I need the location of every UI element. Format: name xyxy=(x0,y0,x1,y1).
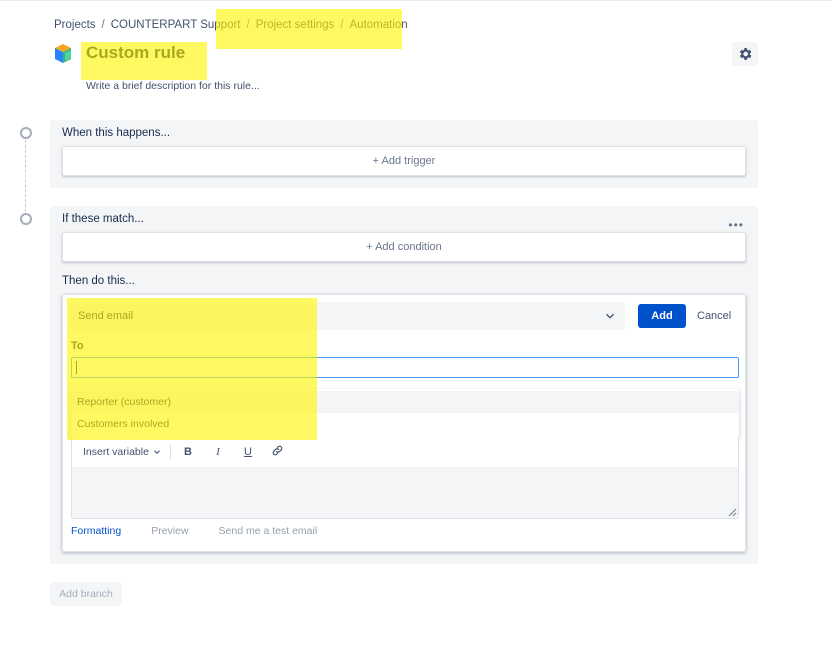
breadcrumb-projects[interactable]: Projects xyxy=(54,19,96,31)
top-border xyxy=(0,0,832,1)
chevron-down-icon xyxy=(154,450,160,454)
action-section-label: Then do this... xyxy=(62,275,135,287)
more-horizontal-icon[interactable]: ••• xyxy=(728,218,744,232)
action-type-value: Send email xyxy=(78,310,134,322)
add-trigger-button[interactable]: + Add trigger xyxy=(62,146,746,176)
settings-button[interactable] xyxy=(732,42,758,66)
email-body-textarea[interactable] xyxy=(72,467,738,518)
breadcrumb-separator: / xyxy=(340,19,344,31)
add-condition-button[interactable]: + Add condition xyxy=(62,232,746,262)
to-field-label: To xyxy=(71,340,84,352)
text-cursor xyxy=(76,361,77,374)
condition-action-panel: If these match... ••• + Add condition Th… xyxy=(50,206,758,564)
editor-tabs: Formatting Preview Send me a test email xyxy=(71,525,347,537)
add-branch-button[interactable]: Add branch xyxy=(50,582,122,606)
gear-icon xyxy=(739,48,752,60)
rule-description-input[interactable]: Write a brief description for this rule.… xyxy=(86,80,260,92)
breadcrumb-project-settings[interactable]: Project settings xyxy=(256,19,335,31)
chevron-down-icon xyxy=(606,313,614,319)
suggestion-option[interactable]: Customers involved xyxy=(71,413,739,435)
breadcrumb-separator: / xyxy=(101,19,105,31)
underline-button[interactable]: U xyxy=(233,446,263,458)
action-config-card: Send email Add Cancel To Reporter (custo… xyxy=(62,294,746,552)
recipient-suggestions-dropdown: Reporter (customer) Customers involved xyxy=(71,389,739,437)
rule-title[interactable]: Custom rule xyxy=(86,43,185,63)
bold-button[interactable]: B xyxy=(173,446,203,458)
editor-toolbar: Insert variable B I U xyxy=(72,437,738,467)
link-button[interactable] xyxy=(263,444,293,460)
link-icon xyxy=(273,445,283,456)
breadcrumb-automation[interactable]: Automation xyxy=(350,19,408,31)
insert-variable-label: Insert variable xyxy=(83,446,149,458)
breadcrumb: Projects / COUNTERPART Support / Project… xyxy=(54,19,408,31)
condition-section-label: If these match... xyxy=(62,213,144,225)
trigger-panel: When this happens... + Add trigger xyxy=(50,120,758,188)
to-recipient-input[interactable] xyxy=(71,357,739,378)
tab-send-test-email[interactable]: Send me a test email xyxy=(219,525,318,537)
timeline-connector xyxy=(25,140,26,212)
timeline-node-condition xyxy=(20,213,32,225)
insert-variable-button[interactable]: Insert variable xyxy=(72,444,171,460)
italic-button[interactable]: I xyxy=(203,446,233,458)
add-action-button[interactable]: Add xyxy=(638,304,686,328)
email-content-editor: Insert variable B I U xyxy=(71,437,739,519)
project-cube-icon xyxy=(55,44,71,63)
tab-preview[interactable]: Preview xyxy=(151,525,188,537)
cancel-button[interactable]: Cancel xyxy=(697,304,731,328)
tab-formatting[interactable]: Formatting xyxy=(71,525,121,537)
breadcrumb-project[interactable]: COUNTERPART Support xyxy=(111,19,241,31)
resize-handle-icon[interactable] xyxy=(728,508,737,517)
timeline-node-trigger xyxy=(20,127,32,139)
trigger-section-label: When this happens... xyxy=(62,127,171,139)
suggestion-option[interactable]: Reporter (customer) xyxy=(71,391,739,413)
action-type-select[interactable]: Send email xyxy=(70,302,625,330)
breadcrumb-separator: / xyxy=(246,19,250,31)
